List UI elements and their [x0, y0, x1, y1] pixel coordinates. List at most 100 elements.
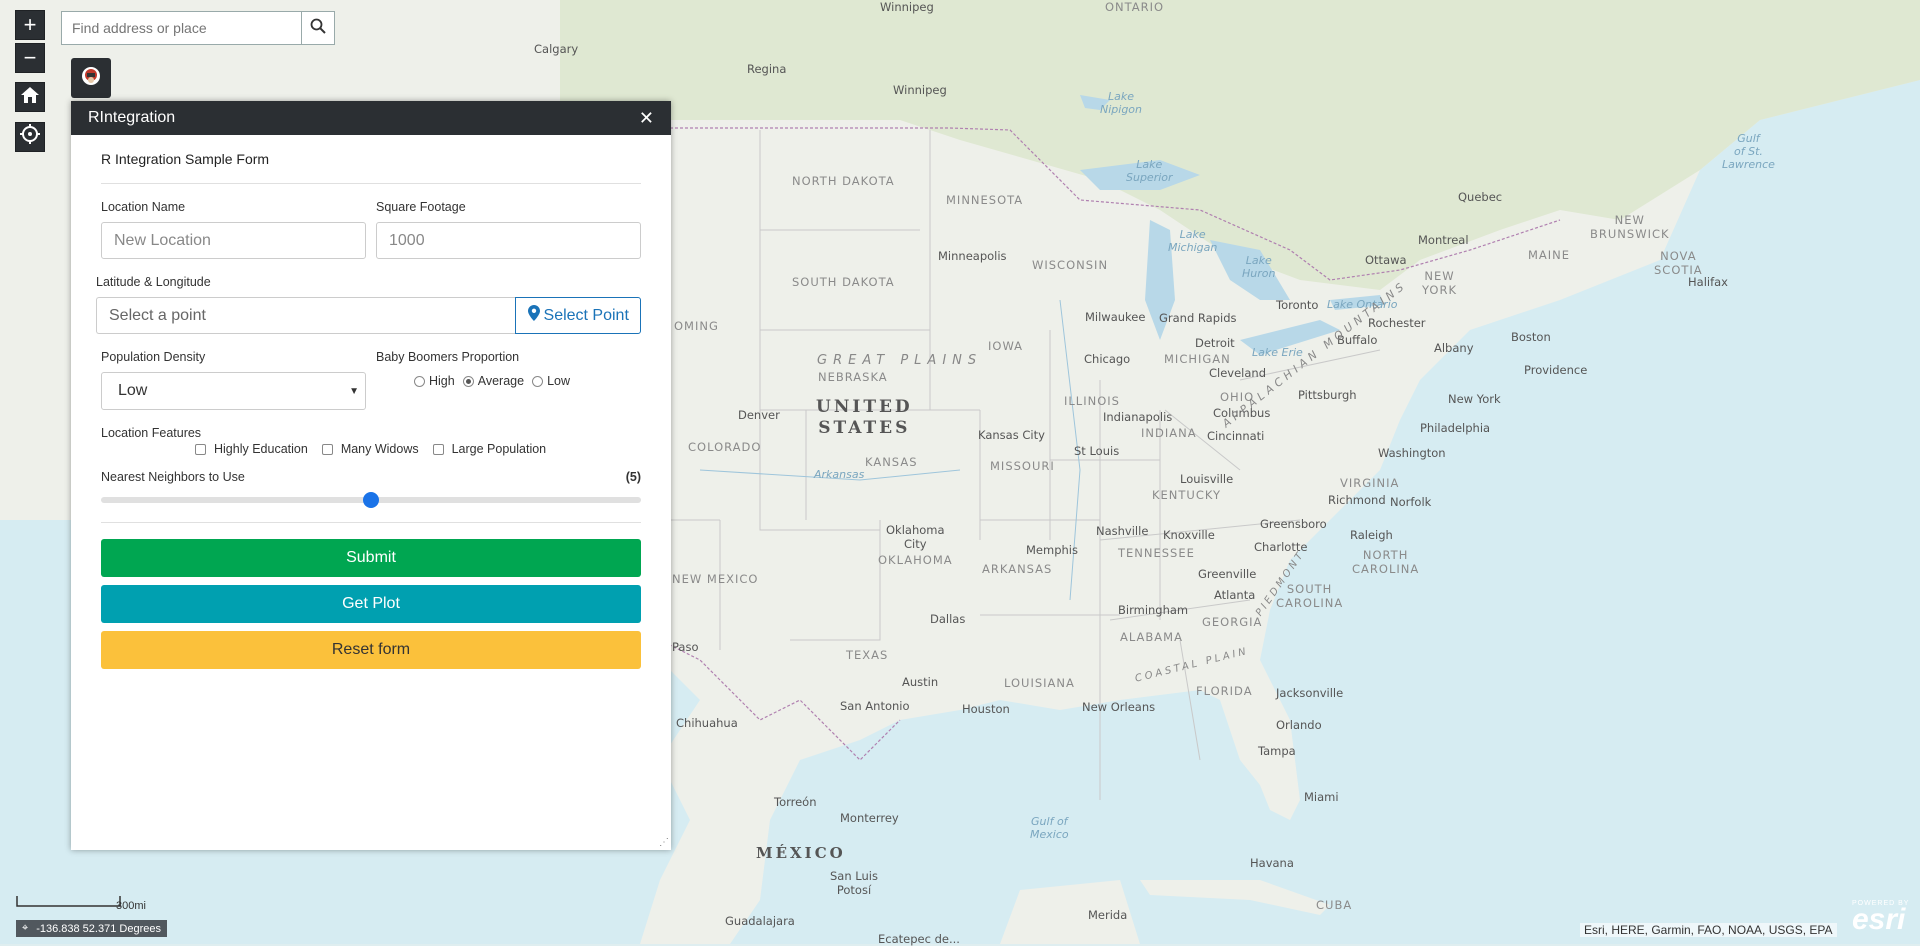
- map-label: Jacksonville: [1276, 686, 1344, 700]
- radio-high-circle: [414, 376, 425, 388]
- map-label: NEW MEXICO: [672, 572, 759, 586]
- map-label: San Luis Potosí: [830, 869, 878, 897]
- slider-thumb[interactable]: [363, 492, 379, 508]
- checkbox-large-population[interactable]: Large Population: [432, 442, 547, 456]
- neighbors-label: Nearest Neighbors to Use: [101, 470, 245, 484]
- search-button[interactable]: [301, 11, 335, 45]
- map-label: Atlanta: [1214, 588, 1256, 602]
- checkbox-box: [432, 444, 444, 456]
- search-input[interactable]: [62, 12, 292, 44]
- divider: [101, 522, 641, 523]
- map-label: KENTUCKY: [1152, 488, 1222, 502]
- baby-boomers-radio-group: High Average Low: [414, 374, 641, 388]
- map-label: NEBRASKA: [818, 370, 888, 384]
- map-label: NOVA SCOTIA: [1654, 249, 1703, 277]
- map-label: Havana: [1250, 856, 1294, 870]
- map-label: Tampa: [1258, 744, 1296, 758]
- scale-bar-graphic: [16, 896, 121, 907]
- crosshair-icon: ⌖: [22, 922, 29, 934]
- get-plot-button[interactable]: Get Plot: [101, 585, 641, 623]
- map-label: COLORADO: [688, 440, 762, 454]
- chevron-down-icon: ▼: [349, 385, 359, 397]
- checkbox-label: Large Population: [451, 442, 547, 456]
- map-label: Guadalajara: [725, 914, 795, 928]
- map-label: WISCONSIN: [1032, 258, 1109, 272]
- neighbors-slider[interactable]: [101, 492, 641, 508]
- map-label: Gulf of Mexico: [1030, 815, 1069, 841]
- radio-low-label: Low: [547, 374, 570, 388]
- coordinates-display[interactable]: ⌖ -136.838 52.371 Degrees: [16, 920, 167, 937]
- map-label: Knoxville: [1163, 528, 1215, 542]
- map-label: Kansas City: [978, 428, 1045, 442]
- map-label: Lake Nipigon: [1100, 90, 1143, 116]
- location-name-input[interactable]: [101, 222, 366, 259]
- map-label: Norfolk: [1390, 495, 1432, 509]
- radio-low-circle: [532, 376, 544, 388]
- map-label: Chicago: [1084, 352, 1131, 366]
- map-label: Boston: [1511, 330, 1551, 344]
- map-label: Regina: [747, 62, 787, 76]
- reset-form-button[interactable]: Reset form: [101, 631, 641, 669]
- home-button[interactable]: [15, 82, 45, 112]
- locate-button[interactable]: [15, 122, 45, 152]
- map-label: GEORGIA: [1202, 615, 1263, 629]
- map-label: Toronto: [1276, 298, 1319, 312]
- map-attribution[interactable]: Esri, HERE, Garmin, FAO, NOAA, USGS, EPA: [1580, 923, 1837, 937]
- esri-logo[interactable]: POWERED BY esri: [1852, 900, 1909, 935]
- select-point-button[interactable]: Select Point: [515, 297, 641, 334]
- radio-low[interactable]: Low: [532, 374, 570, 388]
- latlng-input[interactable]: [96, 297, 516, 334]
- neighbors-value: (5): [625, 470, 641, 484]
- checkbox-many-widows[interactable]: Many Widows: [321, 442, 419, 456]
- map-label: Monterrey: [840, 811, 899, 825]
- map-label: Merida: [1088, 908, 1128, 922]
- map-label: San Antonio: [840, 699, 910, 713]
- map-label: Calgary: [534, 42, 579, 56]
- close-icon[interactable]: ✕: [639, 108, 654, 129]
- map-label: St Louis: [1074, 444, 1120, 458]
- radio-high[interactable]: High: [414, 374, 455, 388]
- resize-handle-icon[interactable]: ⋰: [659, 837, 669, 848]
- map-label: New Orleans: [1082, 700, 1156, 714]
- map-label: Richmond: [1328, 493, 1386, 507]
- population-density-select[interactable]: Low ▼: [101, 372, 366, 410]
- map-label: ONTARIO: [1105, 0, 1165, 14]
- map-label: Lake Michigan: [1168, 228, 1218, 254]
- checkbox-highly-education[interactable]: Highly Education: [195, 442, 308, 456]
- map-label: OKLAHOMA: [878, 553, 953, 567]
- zoom-out-button[interactable]: −: [15, 43, 45, 73]
- population-density-label: Population Density: [101, 350, 206, 364]
- map-label: Orlando: [1276, 718, 1322, 732]
- map-label: Albany: [1434, 341, 1474, 355]
- checkbox-label: Highly Education: [214, 442, 308, 456]
- map-label: Montreal: [1418, 233, 1469, 247]
- zoom-in-button[interactable]: +: [15, 10, 45, 40]
- map-label: UNITED STATES: [816, 397, 913, 438]
- radio-average[interactable]: Average: [462, 374, 524, 388]
- map-label: Gulf of St. Lawrence: [1722, 132, 1775, 171]
- location-features-label: Location Features: [101, 426, 202, 440]
- map-label: Quebec: [1458, 190, 1503, 204]
- map-label: ARKANSAS: [982, 562, 1053, 576]
- map-label: MICHIGAN: [1164, 352, 1231, 366]
- submit-button[interactable]: Submit: [101, 539, 641, 577]
- map-label: Miami: [1304, 790, 1339, 804]
- square-footage-input[interactable]: [376, 222, 641, 259]
- map-label: Detroit: [1195, 336, 1235, 350]
- location-name-label: Location Name: [101, 200, 186, 214]
- r-integration-widget-button[interactable]: [71, 58, 111, 98]
- map-label: Denver: [738, 408, 780, 422]
- panel-header: RIntegration ✕: [71, 101, 671, 135]
- select-point-label: Select Point: [543, 306, 629, 324]
- map-label: Winnipeg: [880, 0, 934, 14]
- map-label: OMING: [674, 319, 719, 333]
- map-label: SOUTH DAKOTA: [792, 275, 895, 289]
- map-label: Cincinnati: [1207, 429, 1265, 443]
- map-label: IOWA: [988, 339, 1024, 353]
- map-label: Halifax: [1688, 275, 1728, 289]
- radio-average-circle: [462, 376, 474, 388]
- search-box: [61, 11, 303, 45]
- map-label: Austin: [902, 675, 939, 689]
- map-label: SOUTH CAROLINA: [1276, 582, 1344, 610]
- form-title: R Integration Sample Form: [101, 151, 270, 167]
